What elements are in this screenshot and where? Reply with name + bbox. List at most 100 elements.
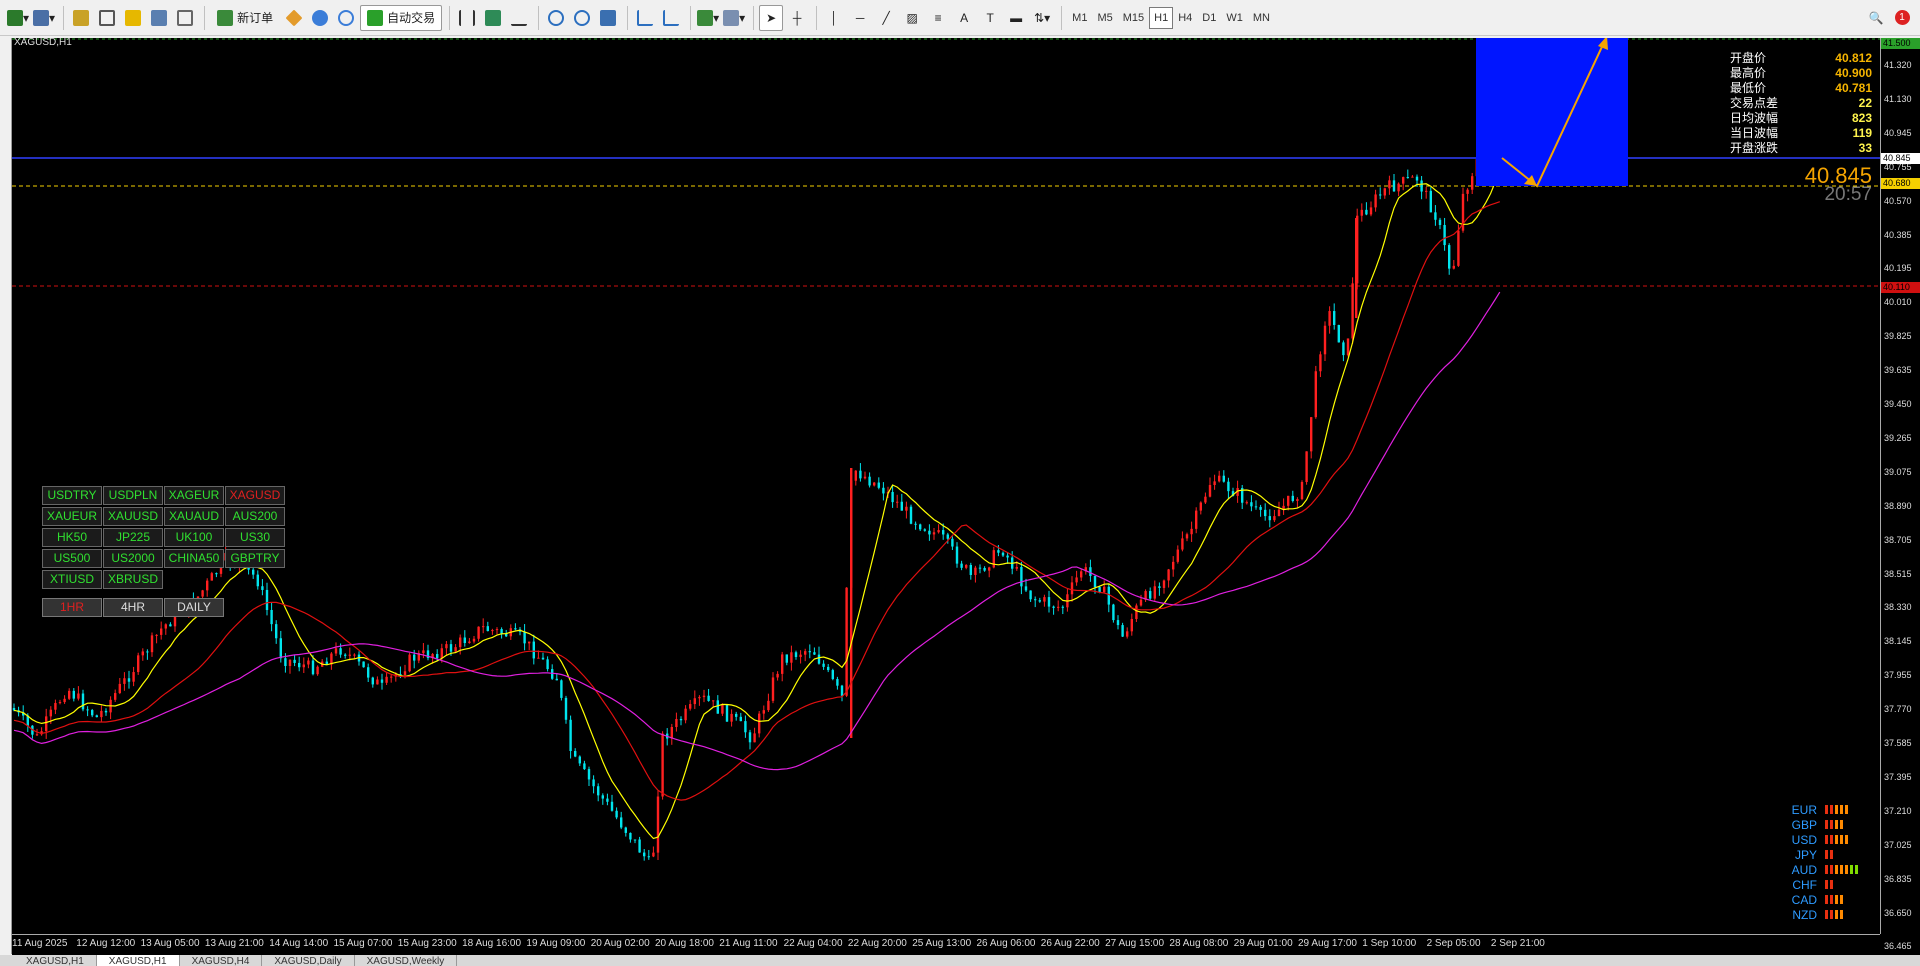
shapes-button[interactable]: ▬	[1004, 5, 1028, 31]
text-tool-button[interactable]: A	[952, 5, 976, 31]
info-value: 33	[1858, 141, 1872, 155]
candle-body	[1112, 604, 1115, 621]
timeframe-h4[interactable]: H4	[1173, 7, 1197, 29]
symbol-button-usdpln[interactable]: USDPLN	[103, 486, 163, 505]
symbol-button-us30[interactable]: US30	[225, 528, 285, 547]
templates-button[interactable]: ▾	[722, 5, 746, 31]
data-window-button[interactable]	[95, 5, 119, 31]
chart-tab[interactable]: XAGUSD,H1	[96, 955, 180, 966]
arrows-button[interactable]: ⇅▾	[1030, 5, 1054, 31]
crosshair-tool-button[interactable]: ┼	[785, 5, 809, 31]
candle-body	[725, 704, 729, 722]
vertical-line-button[interactable]: │	[822, 5, 846, 31]
symbol-button-usdtry[interactable]: USDTRY	[42, 486, 102, 505]
zoom-in-button[interactable]	[544, 5, 568, 31]
timeframe-mn[interactable]: MN	[1248, 7, 1275, 29]
price-tick: 38.705	[1884, 534, 1912, 545]
candle-body	[1103, 586, 1106, 593]
timeframe-button-daily[interactable]: DAILY	[164, 598, 224, 617]
target-zone	[1476, 38, 1628, 186]
equidistant-channel-button[interactable]: ▨	[900, 5, 924, 31]
zoom-out-button[interactable]	[570, 5, 594, 31]
symbol-button-us2000[interactable]: US2000	[103, 549, 163, 568]
candle-body	[362, 661, 365, 668]
chart-tab[interactable]: XAGUSD,H4	[180, 955, 263, 966]
chart-tab[interactable]: XAGUSD,H1	[14, 955, 97, 966]
timeframe-h1[interactable]: H1	[1149, 6, 1174, 29]
symbol-button-xauusd[interactable]: XAUUSD	[103, 507, 163, 526]
time-label: 13 Aug 21:00	[204, 938, 264, 949]
price-chart[interactable]	[12, 38, 1920, 960]
strength-row: EUR	[1780, 802, 1860, 817]
price-axis[interactable]: 41.320 41.130 40.945 40.755 40.570 40.385 40.1…	[1880, 38, 1920, 951]
candle-body	[831, 670, 834, 680]
strength-row: JPY	[1780, 847, 1860, 862]
candle-body	[767, 700, 770, 711]
candle-body	[937, 530, 940, 533]
accounts-button[interactable]	[308, 5, 332, 31]
profiles-button[interactable]: ▾	[32, 5, 56, 31]
candle-body	[118, 683, 121, 694]
notifications-button[interactable]: 1	[1890, 5, 1914, 31]
candle-body	[1415, 176, 1419, 181]
fibonacci-button[interactable]: ≡	[926, 5, 950, 31]
symbol-button-xbrusd[interactable]: XBRUSD	[103, 570, 163, 589]
new-chart-button[interactable]: ▾	[6, 5, 30, 31]
candle-body	[799, 654, 802, 657]
symbol-button-xtiusd[interactable]: XTIUSD	[42, 570, 102, 589]
chart-shift-button[interactable]	[633, 5, 657, 31]
candle-chart-button[interactable]	[481, 5, 505, 31]
candle-body	[850, 468, 853, 738]
strategy-tester-button[interactable]	[173, 5, 197, 31]
metaeditor-button[interactable]	[282, 5, 306, 31]
cursor-tool-button[interactable]: ➤	[759, 4, 784, 31]
indicators-icon	[697, 9, 714, 26]
symbol-button-xaueur[interactable]: XAUEUR	[42, 507, 102, 526]
trendline-button[interactable]: ╱	[874, 5, 898, 31]
tile-windows-button[interactable]	[596, 5, 620, 31]
chart-tab[interactable]: XAGUSD,Daily	[262, 955, 355, 966]
symbol-button-gbptry[interactable]: GBPTRY	[225, 549, 285, 568]
text-label-button[interactable]: T	[978, 5, 1002, 31]
symbol-button-xauaud[interactable]: XAUAUD	[164, 507, 224, 526]
candle-body	[919, 524, 922, 530]
timeframe-button-4hr[interactable]: 4HR	[103, 598, 163, 617]
terminal-button[interactable]	[147, 5, 171, 31]
signals-button[interactable]	[334, 5, 358, 31]
line-chart-button[interactable]	[507, 5, 531, 31]
symbol-button-aus200[interactable]: AUS200	[225, 507, 285, 526]
symbol-button-jp225[interactable]: JP225	[103, 528, 163, 547]
search-button[interactable]: 🔍	[1864, 5, 1888, 31]
candle-body	[486, 626, 489, 632]
symbol-button-us500[interactable]: US500	[42, 549, 102, 568]
timeframe-m1[interactable]: M1	[1067, 7, 1092, 29]
chart-tab[interactable]: XAGUSD,Weekly	[355, 955, 458, 966]
candle-body	[123, 678, 126, 684]
timeframe-button-1hr[interactable]: 1HR	[42, 598, 102, 617]
terminal-icon	[151, 9, 168, 26]
time-axis[interactable]: 11 Aug 2025 12 Aug 12:00 13 Aug 05:00 13 Au…	[12, 934, 1880, 952]
arrows-icon: ⇅▾	[1034, 10, 1051, 25]
timeframe-d1[interactable]: D1	[1197, 7, 1221, 29]
price-tick: 37.395	[1884, 771, 1912, 782]
timeframe-w1[interactable]: W1	[1221, 7, 1248, 29]
auto-scroll-button[interactable]	[659, 5, 683, 31]
time-label: 25 Aug 13:00	[912, 938, 972, 949]
symbol-button-uk100[interactable]: UK100	[164, 528, 224, 547]
symbol-button-xageur[interactable]: XAGEUR	[164, 486, 224, 505]
market-watch-button[interactable]	[69, 5, 93, 31]
timeframe-m15[interactable]: M15	[1118, 7, 1149, 29]
symbol-button-hk50[interactable]: HK50	[42, 528, 102, 547]
symbol-button-china50[interactable]: CHINA50	[164, 549, 224, 568]
symbol-button-xagusd[interactable]: XAGUSD	[225, 486, 285, 505]
new-order-button[interactable]: 新订单	[210, 5, 280, 31]
chart-shift-icon	[637, 9, 654, 26]
indicators-button[interactable]: ▾	[696, 5, 720, 31]
timeframe-m5[interactable]: M5	[1092, 7, 1117, 29]
auto-trading-button[interactable]: 自动交易	[360, 4, 443, 31]
bar-chart-button[interactable]	[455, 5, 479, 31]
price-tag-tag_red: 40.110	[1881, 282, 1920, 293]
horizontal-line-button[interactable]: ─	[848, 5, 872, 31]
info-value: 22	[1858, 96, 1872, 110]
navigator-button[interactable]	[121, 5, 145, 31]
